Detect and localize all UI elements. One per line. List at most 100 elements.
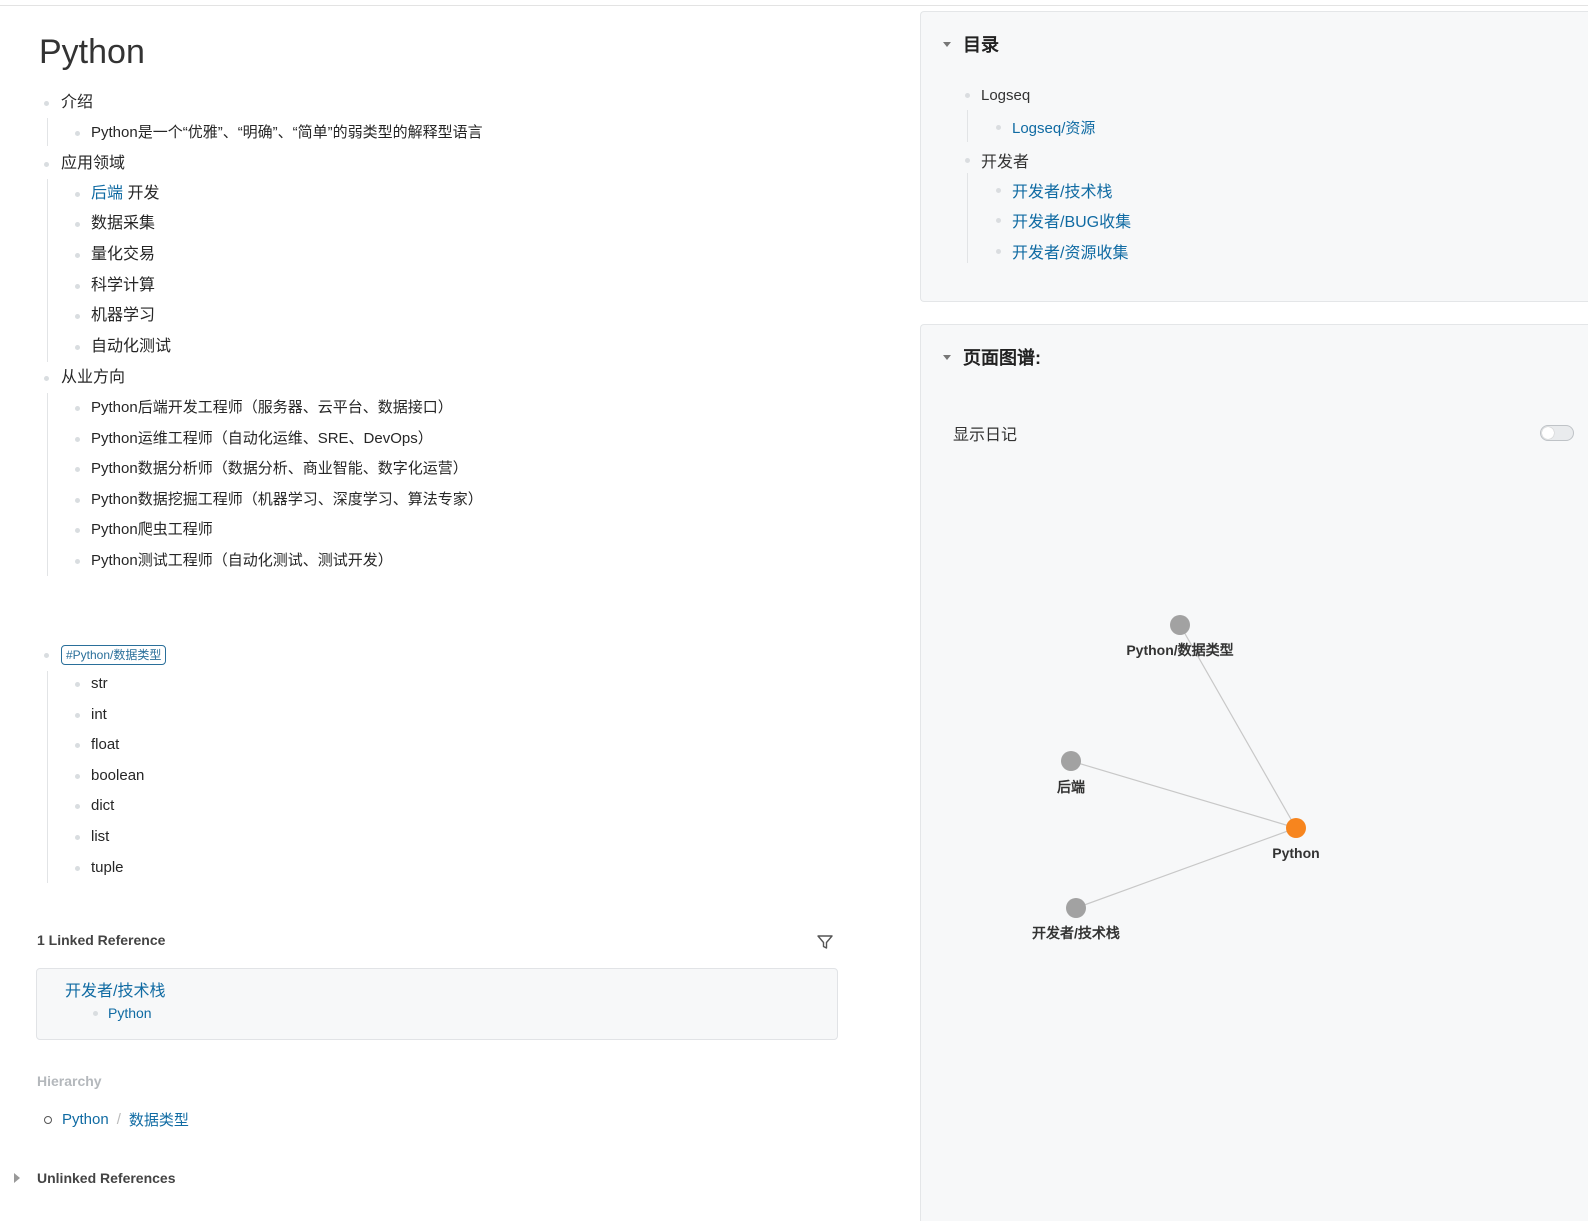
graph-edge <box>1075 827 1297 909</box>
block-intro-desc[interactable]: Python是一个“优雅”、“明确”、“简单”的弱类型的解释型语言 <box>75 122 483 144</box>
block-type-item[interactable]: float <box>75 734 119 756</box>
bullet[interactable] <box>75 834 80 840</box>
linked-reference-block[interactable]: Python <box>93 1005 152 1021</box>
bullet[interactable] <box>75 405 80 411</box>
block-career-item[interactable]: Python爬虫工程师 <box>75 519 213 541</box>
toc-item-dev-stack[interactable]: 开发者/技术栈 <box>996 178 1112 202</box>
bullet[interactable] <box>75 313 80 319</box>
bullet[interactable] <box>75 527 80 533</box>
indent-guide <box>47 179 48 362</box>
block-text: str <box>91 675 108 692</box>
bullet[interactable] <box>44 375 49 381</box>
caret-down-icon <box>943 41 951 47</box>
bullet <box>996 217 1001 223</box>
block-text: int <box>91 706 107 723</box>
page-title[interactable]: Python <box>39 27 145 77</box>
unlinked-references-title: Unlinked References <box>37 1170 176 1186</box>
graph-node-backend[interactable] <box>1061 751 1081 771</box>
block-type-item[interactable]: list <box>75 826 109 848</box>
block-text: Python数据分析师（数据分析、商业智能、数字化运营） <box>91 460 468 477</box>
toc-item-dev-resources[interactable]: 开发者/资源收集 <box>996 239 1128 263</box>
bullet[interactable] <box>75 221 80 227</box>
bullet[interactable] <box>93 1010 98 1016</box>
linked-reference-block-text[interactable]: Python <box>108 1005 152 1021</box>
block-text: float <box>91 736 120 753</box>
bullet[interactable] <box>75 742 80 748</box>
block-domain-item[interactable]: 量化交易 <box>75 244 155 266</box>
toggle-knob <box>1542 427 1554 439</box>
toc-item-logseq[interactable]: Logseq <box>965 87 1030 104</box>
block-domain-item[interactable]: 自动化测试 <box>75 336 171 358</box>
block-careers[interactable]: 从业方向 <box>44 367 125 389</box>
hierarchy-parent-link[interactable]: Python <box>62 1111 109 1128</box>
bullet <box>996 248 1001 254</box>
bullet[interactable] <box>75 497 80 503</box>
block-intro[interactable]: 介绍 <box>44 92 93 114</box>
bullet[interactable] <box>44 161 49 167</box>
bullet[interactable] <box>75 191 80 197</box>
bullet[interactable] <box>75 436 80 442</box>
block-tag[interactable]: #Python/数据类型 <box>44 645 167 665</box>
graph-node-python-data-types[interactable] <box>1170 615 1190 635</box>
graph-label: Python <box>1272 845 1319 861</box>
toc-item-label: 开发者 <box>981 154 1030 171</box>
bullet[interactable] <box>44 652 49 658</box>
filter-icon[interactable] <box>815 932 835 952</box>
graph-label: Python/数据类型 <box>1126 642 1233 658</box>
bullet[interactable] <box>75 803 80 809</box>
bullet[interactable] <box>75 865 80 871</box>
toc-item-logseq-resources[interactable]: Logseq/资源 <box>996 117 1095 138</box>
bullet[interactable] <box>44 100 49 106</box>
toc-item-developer[interactable]: 开发者 <box>965 148 1029 172</box>
block-type-item[interactable]: dict <box>75 795 114 817</box>
unlinked-references-toggle[interactable]: Unlinked References <box>14 1170 176 1186</box>
bullet[interactable] <box>75 681 80 687</box>
block-type-item[interactable]: boolean <box>75 765 144 787</box>
bullet[interactable] <box>75 558 80 564</box>
hierarchy-child-link[interactable]: 数据类型 <box>129 1109 189 1130</box>
toc-item-dev-bug[interactable]: 开发者/BUG收集 <box>996 208 1131 232</box>
block-type-item[interactable]: str <box>75 673 108 695</box>
block-domain-item[interactable]: 数据采集 <box>75 213 155 235</box>
graph-label: 后端 <box>1057 779 1085 795</box>
bullet[interactable] <box>75 130 80 136</box>
tag-python-data-types[interactable]: #Python/数据类型 <box>61 645 167 665</box>
bullet[interactable] <box>75 712 80 718</box>
page-graph-header[interactable]: 页面图谱: <box>943 344 1041 370</box>
block-type-item[interactable]: tuple <box>75 857 124 879</box>
block-career-item[interactable]: Python测试工程师（自动化测试、测试开发） <box>75 550 393 572</box>
show-journals-toggle[interactable] <box>1540 425 1574 441</box>
bullet[interactable] <box>75 252 80 258</box>
block-domain-item[interactable]: 机器学习 <box>75 305 155 327</box>
graph-node-python[interactable] <box>1286 818 1306 838</box>
block-domain-item[interactable]: 科学计算 <box>75 275 155 297</box>
toc-panel-header[interactable]: 目录 <box>943 31 999 57</box>
linked-reference-page-link[interactable]: 开发者/技术栈 <box>65 977 165 1001</box>
hierarchy-title: Hierarchy <box>37 1073 102 1089</box>
bullet[interactable] <box>75 344 80 350</box>
block-career-item[interactable]: Python运维工程师（自动化运维、SRE、DevOps） <box>75 428 433 450</box>
block-career-item[interactable]: Python数据分析师（数据分析、商业智能、数字化运营） <box>75 458 468 480</box>
page-graph-title: 页面图谱: <box>963 348 1041 368</box>
graph-node-dev-stack[interactable] <box>1066 898 1086 918</box>
main-content: Python 介绍 Python是一个“优雅”、“明确”、“简单”的弱类型的解释… <box>0 0 900 1221</box>
bullet[interactable] <box>75 283 80 289</box>
bullet[interactable] <box>75 773 80 779</box>
bullet[interactable] <box>75 466 80 472</box>
page-graph-panel: Python/数据类型 后端 Python 开发者/技术栈 页面图谱: 显示日记 <box>920 324 1588 1221</box>
toc-item-label: 开发者/技术栈 <box>1012 184 1113 201</box>
block-career-item[interactable]: Python数据挖掘工程师（机器学习、深度学习、算法专家） <box>75 489 483 511</box>
page-ref-backend[interactable]: 后端 <box>91 183 123 205</box>
toc-item-label: Logseq <box>981 87 1031 104</box>
show-journals-label: 显示日记 <box>953 427 1018 444</box>
block-text: 自动化测试 <box>91 338 172 355</box>
block-domains[interactable]: 应用领域 <box>44 153 125 175</box>
block-backend[interactable]: 后端 开发 <box>75 183 159 205</box>
bullet <box>996 187 1001 193</box>
block-text: Python测试工程师（自动化测试、测试开发） <box>91 552 393 569</box>
block-type-item[interactable]: int <box>75 704 107 726</box>
page-graph-canvas[interactable]: Python/数据类型 后端 Python 开发者/技术栈 <box>921 325 1588 1222</box>
block-career-item[interactable]: Python后端开发工程师（服务器、云平台、数据接口） <box>75 397 453 419</box>
hierarchy-separator: / <box>116 1111 121 1128</box>
linked-reference-card: 开发者/技术栈 Python <box>36 968 838 1040</box>
